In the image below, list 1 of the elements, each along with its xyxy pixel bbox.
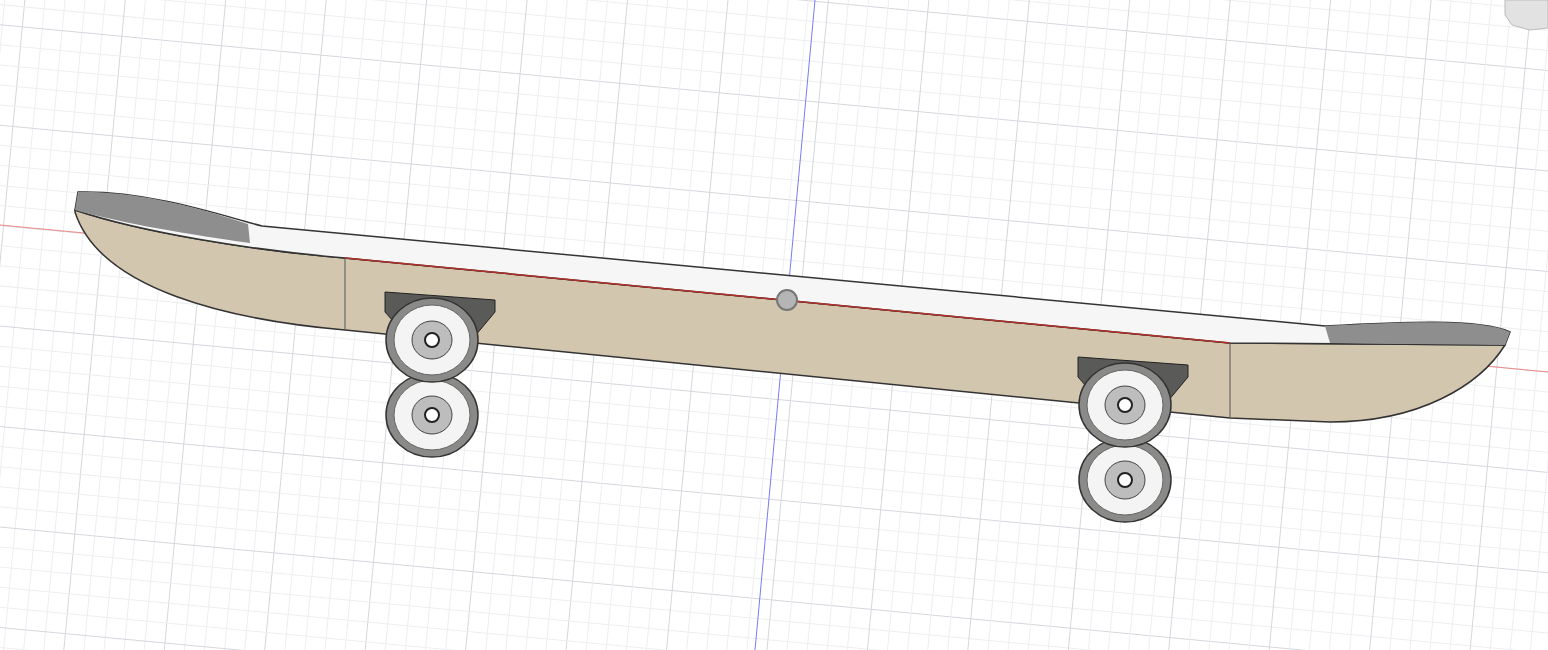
view-cube-icon[interactable] — [1504, 0, 1548, 31]
